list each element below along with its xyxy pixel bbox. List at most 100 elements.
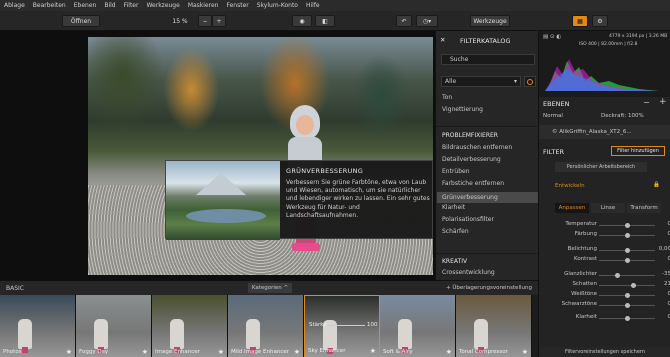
save-preset-button[interactable]: Filtervoreinstellungen speichern [539, 347, 670, 357]
popup-description: Verbessern Sie grüne Farbtöne, etwa von … [286, 179, 430, 219]
slider-value[interactable]: 0 [657, 256, 670, 262]
slider-knob[interactable] [625, 258, 630, 263]
preset-label: Sky Enhancer [308, 348, 346, 354]
menu-4[interactable]: Filter [120, 2, 143, 9]
layer-row[interactable]: © AlikGriffin_Alaska_XT2_6... [539, 125, 670, 139]
slider-value[interactable]: 0 [657, 314, 670, 320]
slider-knob[interactable] [630, 283, 636, 288]
slider-track[interactable] [599, 303, 655, 308]
menu-1[interactable]: Bearbeiten [29, 2, 70, 9]
menu-7[interactable]: Fenster [222, 2, 252, 9]
menu-9[interactable]: Hilfe [302, 2, 324, 9]
opacity-field[interactable]: Deckraft: 100% [601, 113, 644, 119]
zoom-out-button[interactable]: − [198, 15, 212, 27]
tab-2[interactable]: Transform [627, 203, 661, 213]
catalog-item-2[interactable]: Entrüben [442, 168, 470, 175]
catalog-item-4[interactable]: Grünverbesserung [437, 192, 538, 203]
catalog-item-vignette[interactable]: Vignettierung [442, 106, 483, 113]
preset-thumb[interactable]: Tonal Compressor ★ [456, 295, 532, 357]
zoom-in-button[interactable]: + [212, 15, 226, 27]
star-icon[interactable]: ★ [142, 348, 148, 356]
workspace-select[interactable]: Persönlicher Arbeitsbereich [555, 162, 647, 172]
info-icon[interactable] [524, 76, 536, 87]
open-button[interactable]: Öffnen [62, 15, 100, 27]
slider-track[interactable] [599, 293, 655, 298]
overlay-preset-button[interactable]: + Überlagerungsvoreinstellung [446, 285, 532, 291]
category-select[interactable]: Alle ▾ [441, 76, 521, 87]
slider-value[interactable]: 0 [657, 301, 670, 307]
catalog-item-1[interactable]: Detailverbesserung [442, 156, 501, 163]
catalog-item-ton[interactable]: Ton [442, 94, 452, 101]
star-icon[interactable]: ★ [370, 347, 376, 355]
slider-value[interactable]: 0 [657, 221, 670, 227]
slider-value[interactable]: 21 [657, 281, 670, 287]
slider-track[interactable] [599, 283, 655, 288]
slider-track[interactable] [599, 316, 655, 321]
strength-slider[interactable] [327, 325, 365, 326]
catalog-item-cross[interactable]: Crossentwicklung [442, 269, 495, 276]
adjust-icon[interactable]: ⚙ [592, 15, 608, 27]
slider-knob[interactable] [625, 316, 630, 321]
close-icon[interactable]: ✕ [440, 36, 445, 44]
catalog-item-0[interactable]: Bildrauschen entfernen [442, 144, 512, 151]
preset-thumbnails: Photos ★ Foggy Day ★ Image Enhancer ★ Mild Ima… [0, 295, 538, 357]
search-input[interactable]: Suche [441, 54, 535, 65]
menu-0[interactable]: Ablage [0, 2, 29, 9]
catalog-item-7[interactable]: Schärfen [442, 228, 469, 235]
blend-mode-select[interactable]: Normal [543, 113, 563, 119]
star-icon[interactable]: ★ [446, 348, 452, 356]
layers-title[interactable]: EBENEN [543, 100, 570, 108]
image-canvas[interactable] [0, 31, 435, 280]
slider-value[interactable]: 0 [657, 231, 670, 237]
tab-0[interactable]: Anpassen [555, 203, 589, 213]
preset-thumb[interactable]: Image Enhancer ★ [152, 295, 228, 357]
menu-8[interactable]: Skylum-Konto [253, 2, 302, 9]
slider-value[interactable]: 0,00 [657, 246, 670, 252]
slider-track[interactable] [599, 223, 655, 228]
slider-value[interactable]: 0 [657, 291, 670, 297]
menu-2[interactable]: Ebenen [70, 2, 101, 9]
preset-thumb[interactable]: Soft & Airy ★ [380, 295, 456, 357]
add-layer-icon[interactable]: + [659, 97, 667, 107]
preset-thumb[interactable]: Foggy Day ★ [76, 295, 152, 357]
compare-icon[interactable]: ◧ [315, 15, 335, 27]
slider-knob[interactable] [625, 303, 630, 308]
slider-knob[interactable] [625, 293, 630, 298]
slider-knob[interactable] [625, 233, 630, 238]
preset-thumb[interactable]: Mild Image Enhancer ★ [228, 295, 304, 357]
star-icon[interactable]: ★ [294, 348, 300, 356]
slider-knob[interactable] [615, 273, 621, 278]
star-icon[interactable]: ★ [66, 348, 72, 356]
eye-icon[interactable]: ◉ [292, 15, 312, 27]
slider-track[interactable] [599, 273, 655, 278]
preset-thumb[interactable]: Photos ★ [0, 295, 76, 357]
catalog-item-5[interactable]: Klarheit [442, 204, 465, 211]
add-filter-button[interactable]: Filter hinzufügen [611, 146, 665, 156]
slider-track[interactable] [599, 258, 655, 263]
slider-value[interactable]: -35 [657, 271, 670, 277]
tools-dropdown[interactable]: Werkzeuge [470, 15, 510, 27]
star-icon[interactable]: ★ [522, 348, 528, 356]
remove-layer-icon[interactable]: − [643, 98, 650, 107]
lock-icon[interactable]: 🔒 [653, 182, 660, 188]
catalog-icon[interactable]: ▦ [572, 15, 588, 27]
star-icon[interactable]: ★ [218, 348, 224, 356]
catalog-item-6[interactable]: Polarisationsfilter [442, 216, 494, 223]
slider-track[interactable] [599, 248, 655, 253]
history-icon[interactable]: ◷▾ [416, 15, 438, 27]
tab-1[interactable]: Linse [591, 203, 625, 213]
slider-track[interactable] [599, 233, 655, 238]
histogram-icon[interactable]: ▤ ⊙ ◐ [543, 34, 561, 40]
develop-filter[interactable]: Entwickeln [555, 183, 585, 189]
zoom-level[interactable]: 15 % [165, 15, 195, 27]
preset-thumb[interactable]: Sky Enhancer ★ Stärke 100 [304, 295, 380, 357]
thumb-figure [18, 319, 32, 353]
slider-knob[interactable] [625, 248, 630, 253]
slider-knob[interactable] [625, 223, 630, 228]
catalog-item-3[interactable]: Farbstiche entfernen [442, 180, 504, 187]
menu-3[interactable]: Bild [100, 2, 119, 9]
menu-5[interactable]: Werkzeuge [142, 2, 183, 9]
categories-button[interactable]: Kategorien ^ [248, 283, 292, 293]
menu-6[interactable]: Maskieren [184, 2, 223, 9]
undo-icon[interactable]: ↶ [396, 15, 412, 27]
